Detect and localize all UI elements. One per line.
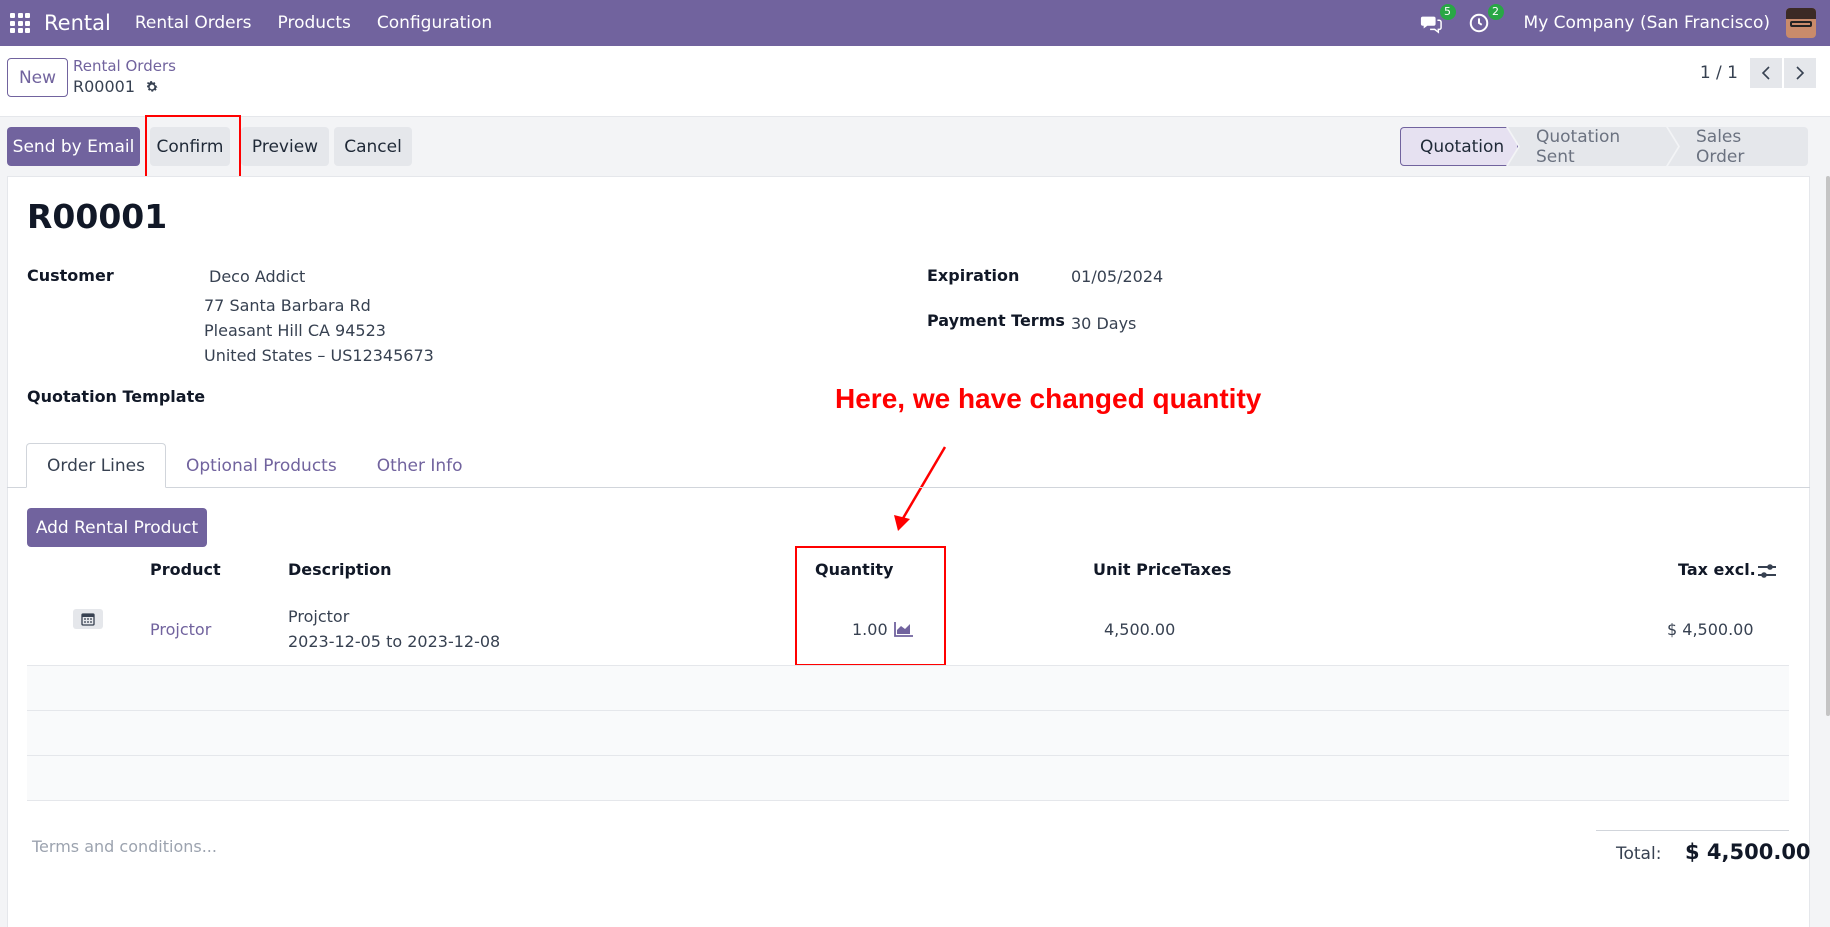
chevron-right-icon [1796, 66, 1805, 80]
calendar-icon[interactable] [73, 609, 103, 629]
control-panel: New Rental Orders R00001 1 / 1 [0, 46, 1830, 117]
systray: 5 2 My Company (San Francisco) [1418, 0, 1830, 46]
line-product[interactable]: Projctor [150, 620, 211, 639]
status-bar: Quotation Quotation Sent Sales Order [1400, 127, 1808, 166]
empty-row [27, 666, 1789, 710]
line-subtotal: $ 4,500.00 [1667, 620, 1754, 639]
total-value: $ 4,500.00 [1685, 840, 1811, 864]
row-divider [27, 800, 1789, 801]
tab-optional-products[interactable]: Optional Products [166, 443, 357, 488]
customer-address-line2: Pleasant Hill CA 94523 [204, 321, 386, 340]
pager-previous-button[interactable] [1750, 58, 1782, 88]
column-tax-excl[interactable]: Tax excl. [1678, 560, 1756, 579]
quotation-template-label: Quotation Template [27, 387, 206, 406]
gear-icon[interactable] [145, 80, 159, 94]
payment-terms-field[interactable]: 30 Days [1071, 314, 1136, 333]
activities-clock-icon[interactable]: 2 [1466, 4, 1504, 36]
pager-value[interactable]: 1 / 1 [1700, 63, 1738, 83]
top-navbar: Rental Rental Orders Products Configurat… [0, 0, 1830, 46]
total-label: Total: [1616, 844, 1662, 864]
menu-products[interactable]: Products [278, 13, 351, 33]
scrollbar[interactable] [1826, 176, 1830, 716]
notebook-tabs: Order Lines Optional Products Other Info [26, 443, 483, 488]
tab-order-lines[interactable]: Order Lines [26, 443, 166, 488]
apps-menu-icon[interactable] [10, 13, 30, 33]
activities-count-badge: 2 [1487, 4, 1504, 20]
column-description[interactable]: Description [288, 560, 391, 579]
user-avatar[interactable] [1786, 8, 1816, 38]
expiration-label: Expiration [927, 266, 1020, 285]
messages-count-badge: 5 [1439, 4, 1456, 20]
order-name: R00001 [27, 197, 168, 236]
menu-rental-orders[interactable]: Rental Orders [135, 13, 252, 33]
send-by-email-button[interactable]: Send by Email [7, 127, 140, 166]
column-product[interactable]: Product [150, 560, 221, 579]
quantity-highlight-box [795, 546, 946, 666]
line-unit-price[interactable]: 4,500.00 [1104, 620, 1175, 639]
breadcrumb-current: R00001 [73, 77, 159, 96]
tab-other-info[interactable]: Other Info [357, 443, 483, 488]
line-rental-period[interactable]: 2023-12-05 to 2023-12-08 [288, 632, 500, 651]
expiration-field[interactable]: 01/05/2024 [1071, 267, 1163, 286]
empty-row [27, 756, 1789, 800]
payment-terms-label: Payment Terms [927, 311, 1065, 330]
column-unit-price[interactable]: Unit Price [1093, 560, 1182, 579]
totals-divider [1596, 830, 1789, 831]
cancel-button[interactable]: Cancel [334, 127, 412, 166]
menu-configuration[interactable]: Configuration [377, 13, 492, 33]
add-rental-product-button[interactable]: Add Rental Product [27, 508, 207, 547]
optional-columns-icon[interactable] [1757, 563, 1777, 579]
annotation-arrow-icon [894, 446, 947, 531]
column-taxes[interactable]: Taxes [1181, 560, 1231, 579]
customer-name[interactable]: Deco Addict [209, 267, 305, 286]
preview-button[interactable]: Preview [241, 127, 329, 166]
terms-and-conditions-input[interactable]: Terms and conditions... [32, 837, 217, 856]
messages-icon[interactable]: 5 [1418, 4, 1456, 36]
annotation-text: Here, we have changed quantity [835, 383, 1262, 414]
breadcrumb-rental-orders[interactable]: Rental Orders [73, 57, 176, 75]
customer-address-line1: 77 Santa Barbara Rd [204, 296, 371, 315]
stage-quotation[interactable]: Quotation [1400, 127, 1518, 166]
app-name[interactable]: Rental [44, 11, 111, 35]
stage-quotation-sent[interactable]: Quotation Sent [1508, 127, 1678, 166]
confirm-highlight-box [145, 115, 241, 178]
customer-address-line3: United States – US12345673 [204, 346, 434, 365]
company-switcher[interactable]: My Company (San Francisco) [1524, 13, 1770, 33]
breadcrumb-current-label: R00001 [73, 77, 136, 96]
stage-sales-order[interactable]: Sales Order [1668, 127, 1808, 166]
line-description[interactable]: Projctor [288, 607, 349, 626]
customer-label: Customer [27, 266, 114, 285]
chevron-left-icon [1761, 66, 1770, 80]
empty-row [27, 711, 1789, 755]
main-menu: Rental Orders Products Configuration [135, 13, 492, 33]
pager: 1 / 1 [1700, 58, 1816, 88]
pager-next-button[interactable] [1784, 58, 1816, 88]
new-button[interactable]: New [7, 58, 68, 97]
